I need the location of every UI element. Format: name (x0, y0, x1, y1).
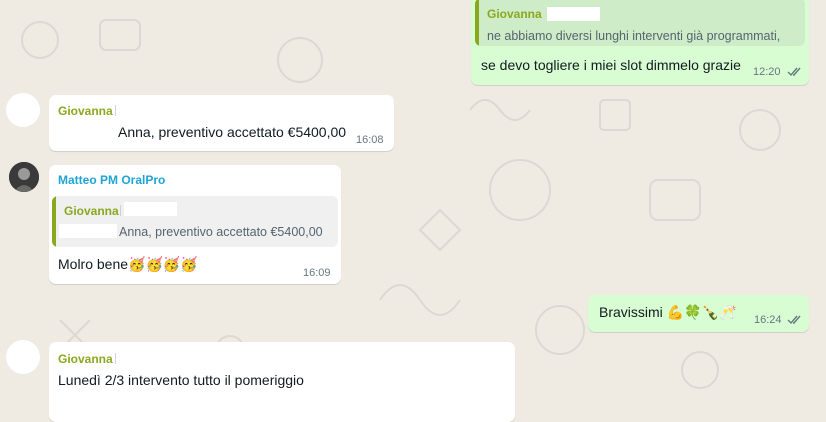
quote-text: ne abbiamo diversi lunghi interventi già… (487, 29, 781, 43)
redacted-phone (124, 202, 177, 216)
name-separator (120, 205, 121, 216)
message-text: Lunedì 2/3 intervento tutto il pomeriggi… (58, 372, 304, 388)
message-text-body: Bravissimi (599, 304, 663, 320)
message-time: 16:24 (754, 314, 782, 326)
quote-accent-bar (52, 196, 56, 247)
message-time: 16:09 (303, 267, 331, 279)
quote-accent-bar (475, 0, 479, 46)
quoted-message[interactable]: Giovanna Anna, preventivo accettato €540… (52, 196, 338, 247)
message-time: 12:20 (753, 66, 781, 78)
message-text-body: Molro bene (58, 256, 129, 272)
incoming-message-bubble[interactable]: Giovanna Lunedì 2/3 intervento tutto il … (49, 342, 515, 422)
quote-sender-name: Giovanna (487, 7, 542, 21)
sender-name[interactable]: Giovanna (58, 352, 113, 366)
incoming-message-bubble[interactable]: Matteo PM OralPro Giovanna Anna, prevent… (49, 165, 341, 284)
redacted-phone (547, 7, 600, 21)
party-face-emojis: 🥳🥳🥳🥳 (128, 256, 198, 272)
avatar[interactable] (6, 340, 40, 374)
sender-name[interactable]: Giovanna (58, 104, 113, 118)
message-time: 16:08 (356, 134, 384, 146)
name-separator (115, 105, 116, 116)
read-ticks-icon (787, 315, 801, 325)
message-text: se devo togliere i miei slot dimmelo gra… (481, 57, 741, 73)
avatar[interactable] (9, 162, 39, 192)
user-silhouette-icon (9, 162, 39, 192)
avatar[interactable] (6, 93, 40, 127)
sender-name[interactable]: Matteo PM OralPro (58, 173, 165, 187)
quote-sender-name: Giovanna (64, 204, 119, 218)
celebration-emojis: 💪🍀🍾🥂 (666, 304, 737, 320)
name-separator (115, 353, 116, 364)
incoming-message-bubble[interactable]: Giovanna Anna, preventivo accettato €540… (49, 95, 394, 151)
message-text: Bravissimi 💪🍀🍾🥂 (599, 304, 736, 321)
redacted-phone (59, 224, 117, 238)
quote-text: Anna, preventivo accettato €5400,00 (119, 225, 323, 239)
outgoing-message-bubble[interactable]: Giovanna ne abbiamo diversi lunghi inter… (471, 0, 809, 85)
message-text: Molro bene🥳🥳🥳🥳 (58, 256, 198, 273)
quoted-message[interactable]: Giovanna ne abbiamo diversi lunghi inter… (475, 0, 805, 46)
read-ticks-icon (787, 67, 801, 77)
message-text: Anna, preventivo accettato €5400,00 (118, 124, 347, 140)
outgoing-message-bubble[interactable]: Bravissimi 💪🍀🍾🥂 16:24 (588, 295, 809, 332)
